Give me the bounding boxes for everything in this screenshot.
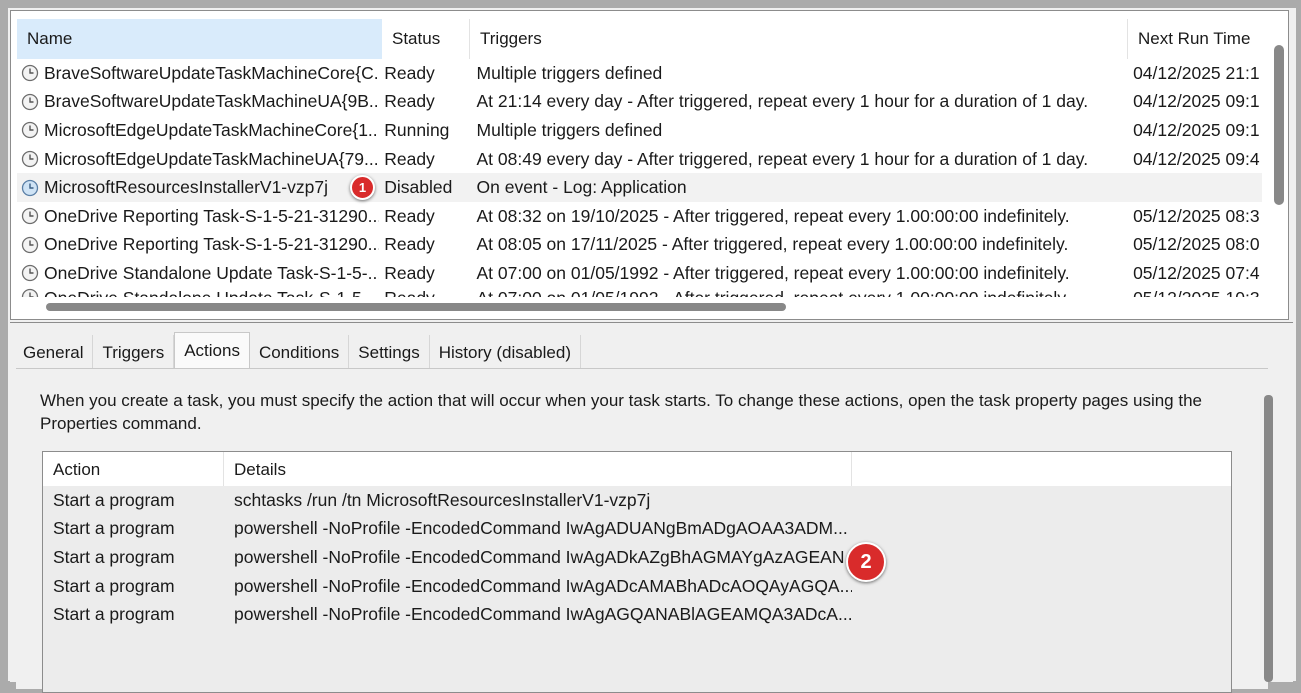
table-row[interactable]: Start a program powershell -NoProfile -E… <box>43 515 1231 544</box>
task-status: Disabled <box>384 177 453 198</box>
annotation-marker-2: 2 <box>846 542 886 582</box>
task-next-run: 05/12/2025 08:3 <box>1133 205 1260 226</box>
task-name: MicrosoftResourcesInstallerV1-vzp7j <box>44 177 328 198</box>
task-next-run: 04/12/2025 09:1 <box>1133 91 1260 112</box>
task-name: OneDrive Reporting Task-S-1-5-21-31290..… <box>44 205 380 226</box>
clock-icon <box>21 208 39 225</box>
vertical-scrollbar[interactable] <box>1264 395 1273 682</box>
task-next-run: 05/12/2025 08:0 <box>1133 234 1260 255</box>
action-type: Start a program <box>53 546 175 567</box>
action-details: powershell -NoProfile -EncodedCommand Iw… <box>234 546 852 567</box>
task-list: Name Status Triggers Next Run Time Brave… <box>10 10 1289 320</box>
task-triggers: At 07:00 on 01/05/1992 - After triggered… <box>476 262 1070 283</box>
action-type: Start a program <box>53 604 175 625</box>
table-row[interactable]: MicrosoftEdgeUpdateTaskMachineCore{1... … <box>17 116 1262 145</box>
task-triggers: At 08:49 every day - After triggered, re… <box>476 148 1089 169</box>
task-details-pane: General Triggers Actions Conditions Sett… <box>10 322 1293 693</box>
task-status: Ready <box>384 234 435 255</box>
task-status: Running <box>384 119 450 140</box>
task-name: OneDrive Standalone Update Task-S-1-5-..… <box>44 262 380 283</box>
vertical-scrollbar[interactable] <box>1274 45 1284 205</box>
table-row[interactable]: Start a program schtasks /run /tn Micros… <box>43 486 1231 515</box>
actions-table: Action Details Start a program schtasks … <box>42 451 1232 693</box>
task-name: MicrosoftEdgeUpdateTaskMachineUA{79... <box>44 148 379 169</box>
task-status: Ready <box>384 205 435 226</box>
table-row[interactable]: BraveSoftwareUpdateTaskMachineUA{9B... R… <box>17 88 1262 117</box>
task-name: BraveSoftwareUpdateTaskMachineCore{C... <box>44 62 380 83</box>
table-row[interactable]: Start a program powershell -NoProfile -E… <box>43 543 1231 572</box>
clock-icon <box>21 93 39 111</box>
clock-icon <box>21 236 39 254</box>
table-row[interactable]: Start a program powershell -NoProfile -E… <box>43 600 1231 629</box>
action-type: Start a program <box>53 489 175 510</box>
table-row[interactable]: OneDrive Standalone Update Task-S-1-5-..… <box>17 259 1262 288</box>
task-next-run: 05/12/2025 07:4 <box>1133 262 1260 283</box>
task-triggers: Multiple triggers defined <box>476 62 663 83</box>
scrollbar-thumb[interactable] <box>46 303 786 311</box>
task-next-run: 04/12/2025 09:1 <box>1133 119 1260 140</box>
action-details: powershell -NoProfile -EncodedCommand Iw… <box>234 575 852 596</box>
column-header-triggers[interactable]: Triggers <box>470 19 1128 59</box>
column-header-action[interactable]: Action <box>43 452 224 486</box>
task-triggers: On event - Log: Application <box>476 177 687 198</box>
task-triggers: At 21:14 every day - After triggered, re… <box>476 91 1089 112</box>
tab-history[interactable]: History (disabled) <box>430 335 581 369</box>
tab-settings[interactable]: Settings <box>349 335 430 369</box>
table-row[interactable]: BraveSoftwareUpdateTaskMachineCore{C... … <box>17 59 1262 88</box>
column-header-next-run-time[interactable]: Next Run Time <box>1128 19 1268 59</box>
actions-description: When you create a task, you must specify… <box>40 391 1202 433</box>
action-details: schtasks /run /tn MicrosoftResourcesInst… <box>234 489 651 510</box>
action-details: powershell -NoProfile -EncodedCommand Iw… <box>234 518 848 539</box>
action-type: Start a program <box>53 518 175 539</box>
table-row-selected[interactable]: MicrosoftResourcesInstallerV1-vzp7j Disa… <box>17 173 1262 202</box>
task-next-run: 04/12/2025 21:1 <box>1133 62 1260 83</box>
tab-actions[interactable]: Actions <box>174 332 250 369</box>
task-name: BraveSoftwareUpdateTaskMachineUA{9B... <box>44 91 380 112</box>
task-status: Ready <box>384 62 435 83</box>
task-list-header: Name Status Triggers Next Run Time <box>17 19 1268 59</box>
table-row[interactable]: OneDrive Reporting Task-S-1-5-21-31290..… <box>17 231 1262 260</box>
actions-panel: When you create a task, you must specify… <box>16 368 1268 693</box>
column-header-details[interactable]: Details <box>224 452 852 486</box>
task-status: Ready <box>384 91 435 112</box>
task-triggers: At 08:32 on 19/10/2025 - After triggered… <box>476 205 1070 226</box>
task-rows: BraveSoftwareUpdateTaskMachineCore{C... … <box>17 59 1262 302</box>
task-triggers: Multiple triggers defined <box>476 119 663 140</box>
tab-general[interactable]: General <box>14 335 94 369</box>
task-status: Ready <box>384 262 435 283</box>
task-triggers: At 08:05 on 17/11/2025 - After triggered… <box>476 234 1069 255</box>
table-row[interactable]: OneDrive Reporting Task-S-1-5-21-31290..… <box>17 202 1262 231</box>
action-type: Start a program <box>53 575 175 596</box>
clock-icon <box>21 65 39 82</box>
task-name: MicrosoftEdgeUpdateTaskMachineCore{1... <box>44 119 380 140</box>
tab-conditions[interactable]: Conditions <box>250 335 350 369</box>
task-status: Ready <box>384 148 435 169</box>
clock-icon <box>21 150 39 168</box>
table-row[interactable]: MicrosoftEdgeUpdateTaskMachineUA{79... R… <box>17 145 1262 174</box>
column-header-status[interactable]: Status <box>382 19 470 59</box>
task-name: OneDrive Reporting Task-S-1-5-21-31290..… <box>44 234 380 255</box>
tab-bar: General Triggers Actions Conditions Sett… <box>14 332 581 369</box>
column-header-empty <box>852 452 1231 486</box>
clock-icon <box>21 265 39 282</box>
horizontal-scrollbar[interactable] <box>11 297 1288 319</box>
clock-icon <box>21 179 39 196</box>
actions-table-header: Action Details <box>43 452 1231 486</box>
clock-icon <box>21 122 39 139</box>
tab-triggers[interactable]: Triggers <box>93 335 175 369</box>
task-next-run: 04/12/2025 09:4 <box>1133 148 1260 169</box>
table-row[interactable]: Start a program powershell -NoProfile -E… <box>43 572 1231 601</box>
column-header-name[interactable]: Name <box>17 19 382 59</box>
action-details: powershell -NoProfile -EncodedCommand Iw… <box>234 604 852 625</box>
